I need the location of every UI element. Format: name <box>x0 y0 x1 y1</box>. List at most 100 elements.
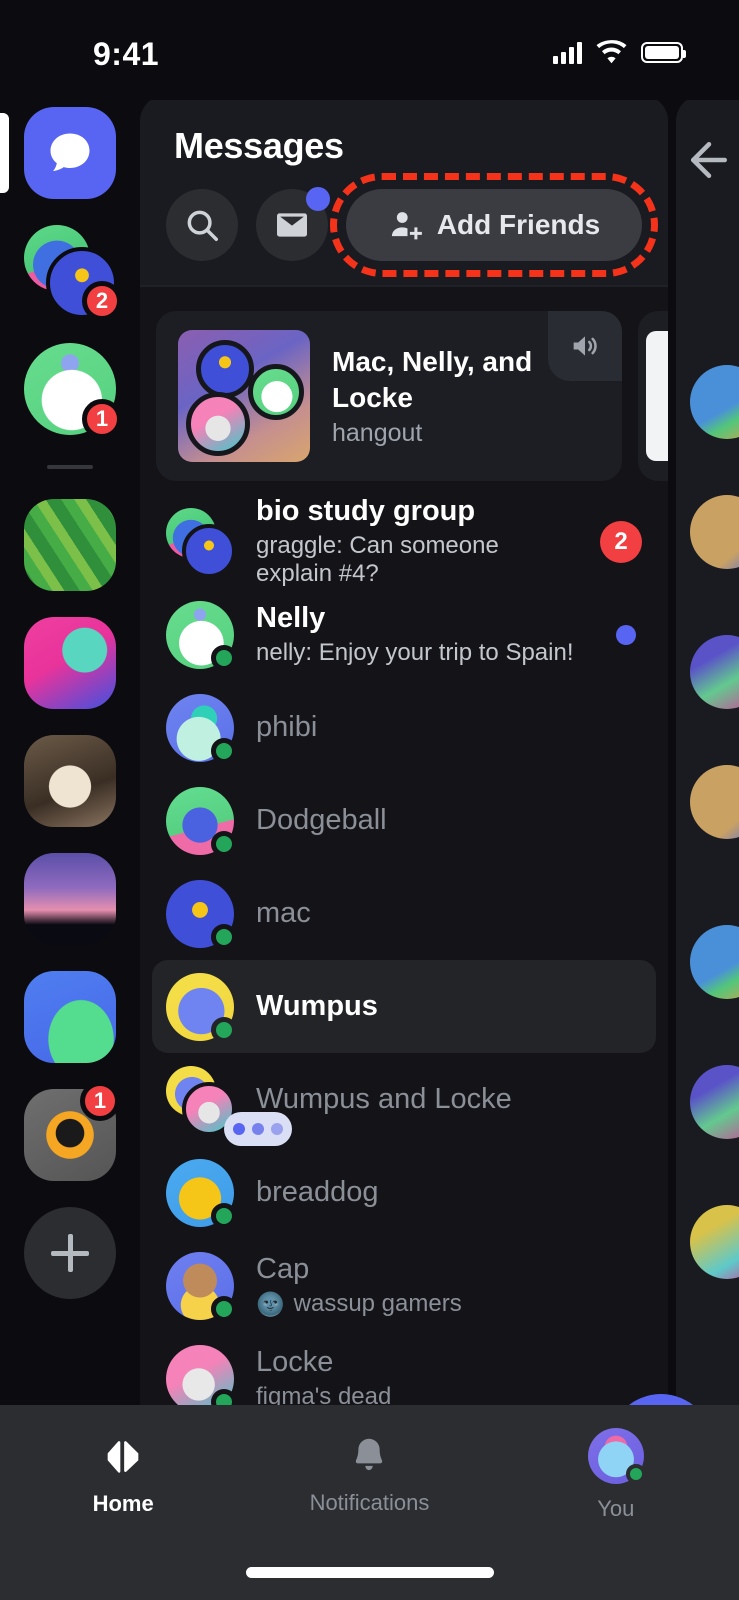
online-status-dot <box>211 1388 237 1405</box>
peek-avatar <box>690 1205 739 1279</box>
wifi-icon <box>595 40 628 65</box>
peek-panel[interactable] <box>676 95 739 1405</box>
nav-you-label: You <box>597 1496 635 1521</box>
page-title: Messages <box>174 125 344 166</box>
add-friends-label: Add Friends <box>436 209 601 240</box>
avatar-stack <box>166 1065 292 1146</box>
online-status-dot <box>211 830 237 857</box>
online-status-dot <box>211 737 237 764</box>
mail-icon <box>272 205 312 245</box>
messages-header: Messages Add Friends <box>140 95 668 287</box>
online-status-dot <box>211 923 237 950</box>
avatar <box>166 786 237 857</box>
inbox-unread-dot <box>306 187 330 211</box>
chat-subtitle: nelly: Enjoy your trip to Spain! <box>256 639 574 667</box>
chat-row-bio-study-group[interactable]: bio study group graggle: Can someone exp… <box>152 495 656 588</box>
call-card-next[interactable] <box>638 311 668 481</box>
status-time: 9:41 <box>93 36 160 72</box>
chat-subtitle: figma's dead <box>256 1383 392 1405</box>
unread-badge: 1 <box>82 399 122 439</box>
peek-avatar <box>690 925 739 999</box>
header-actions: Add Friends <box>140 167 668 285</box>
avatar <box>166 1251 237 1322</box>
messages-panel: Messages Add Friends Mac, Nelly, and Loc… <box>140 95 668 1405</box>
chat-bubble-icon <box>24 107 116 199</box>
bell-icon <box>347 1434 391 1478</box>
person-plus-icon <box>388 207 424 243</box>
sidebar-item-server-plants[interactable] <box>24 499 116 591</box>
chat-row-dodgeball[interactable]: Dodgeball <box>152 774 656 867</box>
chat-row-nelly[interactable]: Nelly nelly: Enjoy your trip to Spain! <box>152 588 656 681</box>
chat-title: bio study group <box>256 494 476 527</box>
sidebar-item-dm-nelly[interactable]: 1 <box>24 343 122 439</box>
avatar <box>166 1158 237 1229</box>
peek-avatar <box>690 365 739 439</box>
chat-title: Cap <box>256 1252 310 1285</box>
moon-emoji: 🌚 <box>256 1290 285 1317</box>
chat-row-breaddog[interactable]: breaddog <box>152 1146 656 1239</box>
chat-row-wumpus[interactable]: Wumpus <box>152 960 656 1053</box>
call-card[interactable]: Mac, Nelly, and Locke hangout <box>156 311 622 481</box>
speaker-volume-icon[interactable] <box>548 311 622 381</box>
discord-mobile-screen: 2 1 1 Messages Add Friends Mac, Nelly, a… <box>0 0 739 1600</box>
nav-home[interactable]: Home <box>0 1405 246 1545</box>
chat-title: Wumpus <box>256 989 378 1022</box>
bottom-navigation[interactable]: Home Notifications You <box>0 1405 739 1600</box>
unread-badge: 1 <box>80 1081 120 1121</box>
sidebar-item-server-frog[interactable] <box>24 617 116 709</box>
chat-title: Locke <box>256 1345 334 1378</box>
user-avatar <box>587 1428 646 1484</box>
sidebar-item-direct-messages[interactable] <box>0 107 116 199</box>
search-icon <box>183 206 221 244</box>
plus-icon <box>24 1207 116 1299</box>
sidebar-item-server-abstract[interactable] <box>24 971 116 1063</box>
status-bar: 9:41 <box>0 0 739 100</box>
chat-row-mac[interactable]: mac <box>152 867 656 960</box>
avatar <box>166 600 237 671</box>
chat-row-wumpus-and-locke[interactable]: Wumpus and Locke <box>152 1053 656 1146</box>
online-status-dot <box>211 644 237 671</box>
online-status-dot <box>625 1464 646 1484</box>
unread-dot <box>616 624 636 645</box>
avatar <box>166 1344 237 1405</box>
home-icon <box>100 1433 146 1479</box>
nav-notifications-label: Notifications <box>309 1490 430 1515</box>
server-rail[interactable]: 2 1 1 <box>0 95 140 1405</box>
sidebar-item-server-sunset[interactable] <box>24 853 116 945</box>
chat-row-locke[interactable]: Locke figma's dead <box>152 1332 656 1405</box>
chat-list[interactable]: bio study group graggle: Can someone exp… <box>140 481 668 1405</box>
nav-you[interactable]: You <box>493 1405 739 1545</box>
nav-notifications[interactable]: Notifications <box>246 1405 492 1545</box>
peek-avatar <box>690 495 739 569</box>
inbox-button[interactable] <box>256 187 330 261</box>
online-status-dot <box>211 1295 237 1322</box>
cellular-signal-icon <box>553 41 582 64</box>
sidebar-item-server-robot[interactable]: 1 <box>24 1081 120 1181</box>
active-calls-carousel[interactable]: Mac, Nelly, and Locke hangout <box>140 287 668 481</box>
avatar <box>166 693 237 764</box>
peek-avatar <box>690 765 739 839</box>
back-arrow-icon[interactable] <box>682 133 736 187</box>
chat-title: mac <box>256 896 311 929</box>
chat-subtitle: graggle: Can someone explain #4? <box>256 532 499 588</box>
add-friends-button[interactable]: Add Friends <box>330 173 658 277</box>
avatar <box>166 972 237 1043</box>
add-server-button[interactable] <box>24 1207 116 1299</box>
call-subtitle: hangout <box>332 419 423 448</box>
chat-title: Dodgeball <box>256 803 387 836</box>
online-status-dot <box>211 1016 237 1043</box>
chat-subtitle: wassup gamers <box>293 1290 462 1318</box>
search-button[interactable] <box>166 189 238 261</box>
chat-subtitle-row: 🌚 wassup gamers <box>256 1290 642 1318</box>
typing-indicator <box>224 1111 292 1146</box>
chat-row-cap[interactable]: Cap 🌚 wassup gamers <box>152 1239 656 1332</box>
avatar <box>166 879 237 950</box>
call-title: Mac, Nelly, and Locke <box>332 345 533 413</box>
online-status-dot <box>211 1202 237 1229</box>
chat-row-phibi[interactable]: phibi <box>152 681 656 774</box>
sidebar-item-group-dm[interactable]: 2 <box>24 225 122 321</box>
unread-badge: 2 <box>82 281 122 321</box>
active-indicator-pill <box>0 113 9 193</box>
peek-avatar <box>690 635 739 709</box>
sidebar-item-server-cat[interactable] <box>24 735 116 827</box>
